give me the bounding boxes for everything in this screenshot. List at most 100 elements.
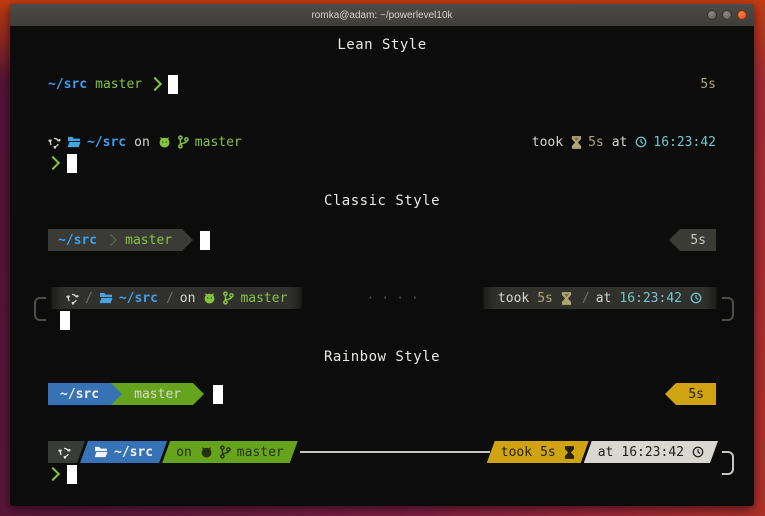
close-button[interactable] (737, 10, 747, 20)
took-word: took (498, 291, 529, 306)
github-octocat-icon (200, 446, 213, 459)
prompt-chevron-icon (46, 156, 60, 170)
classic-heading-row: Classic Style (48, 190, 716, 212)
time-label: 16:23:42 (621, 445, 684, 460)
powerline-segment-dir-git: ~/src master (48, 229, 182, 251)
current-dir-label: ~/src (119, 291, 158, 306)
prompt-chevron-icon (148, 77, 162, 91)
on-word: on (134, 135, 150, 150)
current-dir-label: ~/src (60, 387, 99, 402)
dir-segment: ~/src (80, 441, 167, 463)
block-cursor (67, 154, 77, 173)
time-segment: at 16:23:42 (584, 441, 718, 463)
segment-bar-right: took 5s / at 16:23:42 (482, 287, 718, 309)
block-cursor (168, 75, 178, 94)
on-word: on (180, 291, 196, 306)
git-branch-icon (219, 445, 231, 459)
folder-icon (67, 136, 81, 148)
line-connector (300, 451, 490, 453)
duration-label: 5s (690, 233, 706, 248)
git-branch-icon (177, 135, 189, 149)
minimize-button[interactable] (707, 10, 717, 20)
terminal-screen[interactable]: Lean Style ~/src master 5s ~/src on (10, 26, 754, 506)
clock-icon (635, 136, 647, 148)
classic-twoline-prompt: / ~/src / on master ···· too (34, 287, 734, 331)
duration-label: 5s (537, 291, 553, 306)
block-cursor (60, 311, 70, 330)
time-label: 16:23:42 (619, 291, 682, 306)
hourglass-icon (571, 136, 582, 149)
current-dir-label: ~/src (58, 233, 97, 248)
git-branch-label: master (134, 387, 181, 402)
lean-twoline-prompt-line2 (48, 152, 716, 174)
ubuntu-logo-icon (58, 446, 71, 459)
clock-icon (690, 292, 702, 304)
prompt-frame-left (34, 297, 46, 321)
git-branch-label: master (237, 445, 284, 460)
lean-oneline-prompt: ~/src master 5s (48, 73, 716, 95)
current-dir-label: ~/src (48, 77, 87, 92)
maximize-button[interactable] (722, 10, 732, 20)
dotted-connector: ···· (303, 291, 482, 306)
rainbow-twoline-line1: ~/src on master took 5s (48, 441, 718, 463)
github-octocat-icon (203, 292, 216, 305)
git-branch-label: master (240, 291, 287, 306)
git-segment: on master (162, 441, 298, 463)
rainbow-oneline-prompt: ~/src master 5s (48, 383, 716, 405)
duration-label: 5s (688, 387, 704, 402)
window-controls (707, 4, 747, 26)
window-title: romka@adam: ~/powerlevel10k (311, 10, 452, 21)
rainbow-heading: Rainbow Style (324, 349, 440, 365)
current-dir-label: ~/src (87, 135, 126, 150)
lean-heading-row: Lean Style (48, 34, 716, 56)
dir-segment: ~/src (48, 383, 111, 405)
lean-twoline-prompt-line1: ~/src on master took 5s at 16:23:42 (48, 131, 716, 153)
window-titlebar[interactable]: romka@adam: ~/powerlevel10k (10, 4, 754, 27)
git-branch-label: master (125, 233, 172, 248)
duration-segment: 5s (676, 383, 716, 405)
block-cursor (200, 231, 210, 250)
at-word: at (598, 445, 614, 460)
current-dir-label: ~/src (114, 445, 153, 460)
rainbow-twoline-line2 (48, 463, 718, 485)
block-cursor (213, 385, 223, 404)
took-word: took (532, 135, 563, 150)
powerline-arrow-icon (193, 383, 204, 405)
slash-separator: / (582, 291, 590, 306)
slash-separator: / (85, 291, 93, 306)
folder-icon (94, 446, 108, 458)
rainbow-heading-row: Rainbow Style (48, 346, 716, 368)
duration-label: 5s (700, 77, 716, 92)
powerline-arrow-icon (669, 229, 680, 251)
took-word: took (501, 445, 532, 460)
classic-twoline-line1: / ~/src / on master ···· too (50, 287, 718, 309)
block-cursor (67, 465, 77, 484)
lean-heading: Lean Style (337, 37, 426, 53)
git-branch-label: master (95, 77, 142, 92)
git-branch-icon (222, 291, 234, 305)
prompt-frame-right (722, 297, 734, 321)
github-octocat-icon (158, 136, 171, 149)
powerline-arrow-icon (665, 383, 676, 405)
terminal-window: romka@adam: ~/powerlevel10k Lean Style ~… (10, 4, 754, 506)
duration-segment: took 5s (487, 441, 589, 463)
hourglass-icon (564, 446, 575, 459)
folder-icon (99, 292, 113, 304)
duration-label: 5s (588, 135, 604, 150)
time-label: 16:23:42 (653, 135, 716, 150)
prompt-frame-right (722, 451, 734, 475)
classic-twoline-line2 (60, 309, 718, 331)
on-word: on (176, 445, 192, 460)
segment-bar-left: / ~/src / on master (50, 287, 303, 309)
prompt-chevron-icon (46, 467, 60, 481)
ubuntu-logo-icon (48, 136, 61, 149)
powerline-segment-duration: 5s (680, 229, 716, 251)
powerline-arrow-icon (111, 383, 122, 405)
thin-separator-icon (105, 234, 116, 245)
ubuntu-logo-icon (66, 292, 79, 305)
git-branch-label: master (195, 135, 242, 150)
clock-icon (692, 446, 704, 458)
classic-oneline-prompt: ~/src master 5s (48, 229, 716, 251)
at-word: at (612, 135, 628, 150)
duration-label: 5s (540, 445, 556, 460)
